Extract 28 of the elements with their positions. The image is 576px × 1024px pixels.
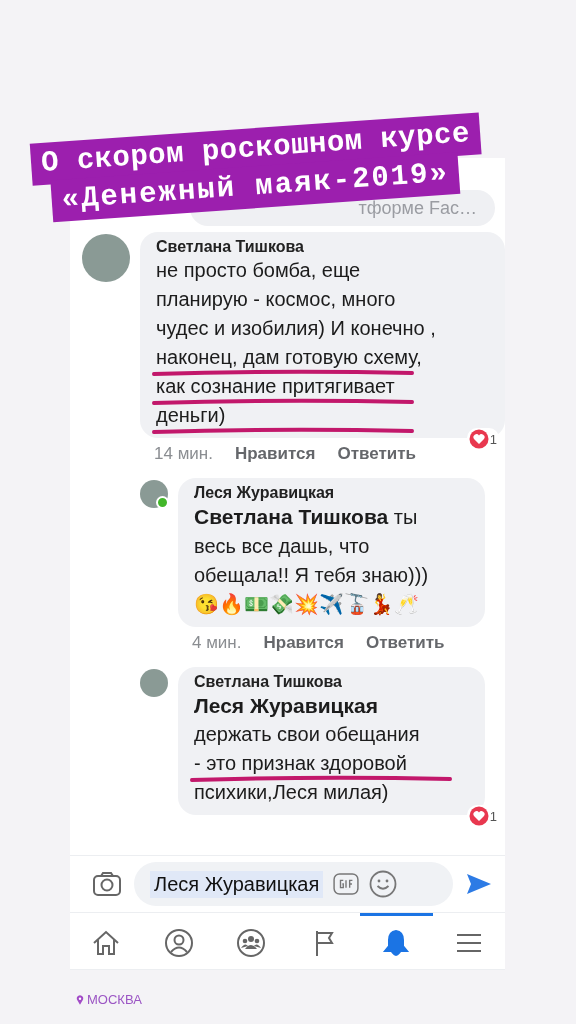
- bell-icon: [381, 927, 412, 958]
- comment-author[interactable]: Светлана Тишкова: [156, 236, 489, 256]
- emoji-icon[interactable]: [369, 870, 398, 898]
- comment-author[interactable]: Леся Журавицкая: [194, 482, 469, 502]
- like-link[interactable]: Нравится: [234, 444, 316, 464]
- groups-icon: [236, 927, 267, 958]
- comment-text: Светлана Тишкова ты весь все дашь, что обещала!! Я тебя знаю))) 😘🔥💵💸💥✈🚡💃🥂: [194, 504, 430, 618]
- profile-icon: [163, 927, 194, 958]
- comment-time: 14 мин.: [154, 444, 213, 464]
- comment-time: 4 мин.: [192, 633, 242, 653]
- reaction-count: 1: [489, 431, 497, 447]
- send-icon[interactable]: [465, 872, 493, 896]
- avatar[interactable]: [82, 234, 130, 282]
- comment-text: Леся Журавицкая держать свои обещания - это признак здоровой психики,Леся милая): [194, 693, 421, 805]
- comment-text: не просто бомба, еще планирую - космос, много чудес и изобилия) И конечно , наконец, дам готовую схему, как сознание притягивает деньги): [156, 258, 437, 428]
- like-link[interactable]: Нравится: [263, 633, 344, 653]
- location-pin-icon: [76, 994, 84, 1005]
- reply-link[interactable]: Ответить: [366, 633, 445, 653]
- comment-author[interactable]: Светлана Тишкова: [194, 671, 469, 691]
- gif-icon[interactable]: [333, 873, 360, 895]
- reply-link[interactable]: Ответить: [337, 444, 416, 464]
- mention-tag: Леся Журавицкая: [150, 870, 324, 898]
- camera-icon[interactable]: [92, 871, 122, 897]
- location-label: МОСКВА: [87, 992, 142, 1007]
- reaction-count: 1: [489, 808, 497, 824]
- avatar[interactable]: [140, 480, 168, 508]
- comment-input-field[interactable]: Леся Журавицкая: [134, 862, 453, 906]
- avatar[interactable]: [140, 669, 168, 697]
